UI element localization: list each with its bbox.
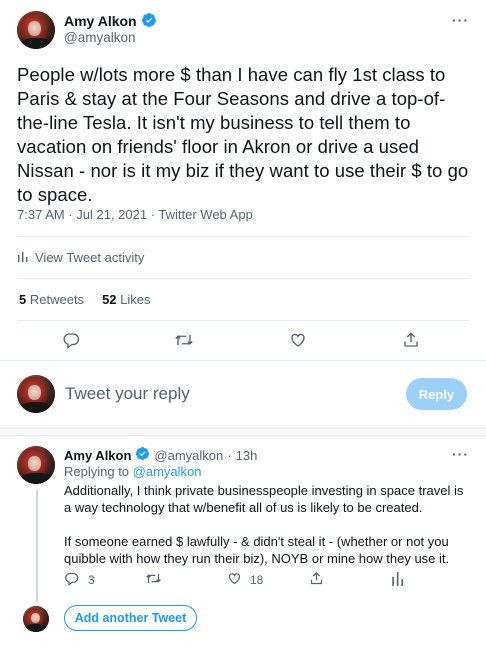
likes-stat[interactable]: 52 Likes bbox=[102, 292, 150, 307]
reply-icon[interactable] bbox=[64, 571, 84, 591]
add-another-tweet-button[interactable]: Add another Tweet bbox=[64, 605, 197, 631]
replying-prefix: Replying to bbox=[64, 464, 130, 479]
reply-button[interactable]: Reply bbox=[406, 378, 467, 410]
divider bbox=[17, 278, 469, 279]
divider bbox=[17, 320, 469, 321]
bar-chart-icon bbox=[17, 250, 29, 265]
author-handle[interactable]: @amyalkon bbox=[64, 30, 135, 45]
tweet-meta[interactable]: 7:37 AM · Jul 21, 2021 · Twitter Web App bbox=[17, 207, 253, 222]
verified-badge-icon bbox=[141, 12, 157, 33]
author-name[interactable]: Amy Alkon bbox=[64, 13, 137, 29]
retweet-icon[interactable] bbox=[174, 331, 194, 351]
likes-count: 52 bbox=[102, 292, 117, 307]
retweets-label: Retweets bbox=[29, 292, 85, 307]
dot-separator: · bbox=[227, 447, 232, 463]
view-tweet-activity[interactable]: View Tweet activity bbox=[17, 250, 144, 265]
like-icon[interactable] bbox=[289, 331, 309, 351]
tweet-text: People w/lots more $ than I have can fly… bbox=[17, 64, 469, 205]
avatar[interactable] bbox=[17, 11, 55, 49]
reply-input[interactable]: Tweet your reply bbox=[65, 384, 190, 404]
avatar[interactable] bbox=[23, 606, 49, 632]
reply-paragraph: Additionally, I think private businesspe… bbox=[64, 483, 464, 515]
retweets-stat[interactable]: 5 Retweets bbox=[19, 292, 84, 307]
verified-badge-icon bbox=[135, 446, 150, 464]
share-icon[interactable] bbox=[309, 571, 329, 591]
tweet-stats: 5 Retweets 52 Likes bbox=[19, 292, 151, 307]
avatar[interactable] bbox=[17, 446, 55, 484]
avatar[interactable] bbox=[17, 375, 55, 413]
share-icon[interactable] bbox=[402, 331, 422, 351]
replying-to-link[interactable]: @amyalkon bbox=[133, 464, 202, 479]
more-icon[interactable]: ··· bbox=[452, 446, 469, 462]
reply-text: Additionally, I think private businesspe… bbox=[64, 482, 474, 567]
activity-label: View Tweet activity bbox=[35, 250, 145, 265]
likes-label: Likes bbox=[120, 292, 151, 307]
reply-author-handle[interactable]: @amyalkon bbox=[154, 448, 223, 463]
thread-line bbox=[36, 490, 38, 602]
retweets-count: 5 bbox=[19, 292, 27, 307]
reply-author-name[interactable]: Amy Alkon bbox=[64, 448, 131, 463]
divider bbox=[0, 360, 486, 361]
more-icon[interactable]: ··· bbox=[452, 12, 469, 28]
reply-header: Amy Alkon @amyalkon · 13h bbox=[64, 446, 257, 464]
analytics-icon[interactable] bbox=[391, 571, 411, 591]
reply-count: 3 bbox=[88, 573, 95, 587]
reply-timestamp[interactable]: 13h bbox=[236, 448, 258, 463]
divider bbox=[17, 236, 469, 237]
reply-paragraph: If someone earned $ lawfully - & didn't … bbox=[64, 534, 450, 566]
section-separator bbox=[0, 428, 486, 436]
like-count: 18 bbox=[250, 573, 264, 587]
retweet-icon[interactable] bbox=[145, 571, 165, 591]
replying-to: Replying to @amyalkon bbox=[64, 464, 202, 479]
reply-icon[interactable] bbox=[62, 331, 82, 351]
like-icon[interactable] bbox=[227, 571, 247, 591]
